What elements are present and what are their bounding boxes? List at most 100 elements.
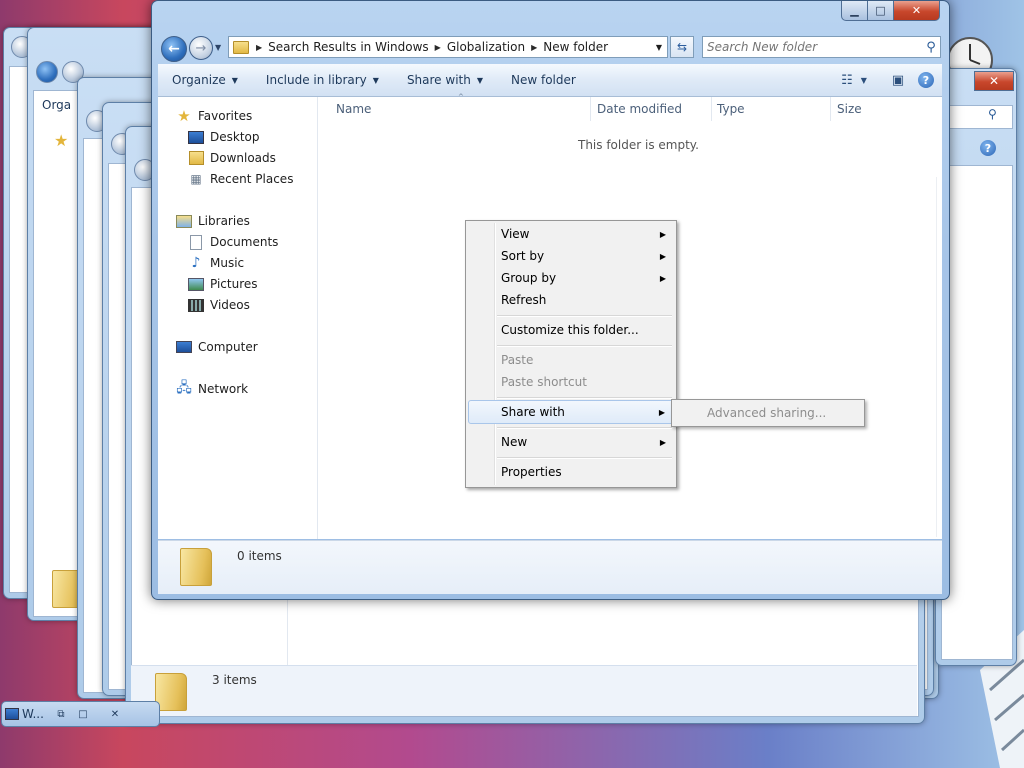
menu-item-group-by-label: Group by [501,271,557,285]
search-input[interactable] [703,39,922,55]
minimized-window-title: W... [22,707,44,721]
change-view-button[interactable]: ☷ ▼ [841,70,867,90]
close-button[interactable]: ✕ [893,1,940,21]
menu-item-customize-label: Customize this folder... [501,323,639,337]
nav-music[interactable]: ♪ Music [188,253,245,273]
recent-pages-dropdown[interactable]: ▼ [215,43,221,52]
submenu-arrow-icon: ▶ [659,437,666,447]
preview-pane-icon: ▣ [891,72,905,88]
refresh-icon: ⇆ [676,40,688,54]
nav-recent-places-label: Recent Places [210,172,294,186]
restore-button[interactable]: ⧉ [50,707,72,721]
item-count: 0 items [237,549,282,563]
menu-item-paste-shortcut: Paste shortcut [468,371,674,393]
include-in-library-button[interactable]: Include in library ▼ [252,64,393,96]
maximize-button[interactable]: □ [72,707,94,721]
empty-folder-message: This folder is empty. [578,138,699,152]
star-icon: ★ [177,107,191,125]
organize-button[interactable]: Organize ▼ [158,64,252,96]
context-menu: View ▶ Sort by ▶ Group by ▶ Refresh Customi… [465,220,677,488]
menu-item-new[interactable]: New ▶ [468,431,674,453]
forward-button[interactable]: → [189,36,213,60]
menu-item-advanced-sharing: Advanced sharing... [674,402,862,424]
chevron-down-icon: ▼ [476,75,483,85]
nav-network-label: Network [198,382,249,396]
arrow-left-icon: ← [168,41,180,57]
nav-favorites[interactable]: ★ Favorites [176,106,252,126]
chevron-right-icon[interactable]: ▶ [432,43,444,52]
menu-item-view[interactable]: View ▶ [468,223,674,245]
nav-videos[interactable]: Videos [188,295,250,315]
menu-item-properties-label: Properties [501,465,562,479]
menu-item-share-with[interactable]: Share with ▶ [468,400,674,424]
menu-item-new-label: New [501,435,528,449]
breadcrumb-search-results[interactable]: Search Results in Windows [265,40,432,54]
maximize-button[interactable]: □ [867,1,894,21]
nav-desktop[interactable]: Desktop [188,127,260,147]
refresh-button[interactable]: ⇆ [670,36,694,58]
nav-pictures-label: Pictures [210,277,258,291]
address-bar[interactable]: ▶ Search Results in Windows ▶ Globalizat… [228,36,668,58]
nav-documents[interactable]: Documents [188,232,278,252]
share-with-button[interactable]: Share with ▼ [393,64,497,96]
nav-recent-places[interactable]: ▦ Recent Places [188,169,293,189]
menu-item-advanced-sharing-label: Advanced sharing... [707,406,827,420]
close-button[interactable]: ✕ [104,707,126,721]
search-box[interactable]: ⚲ [702,36,941,58]
minimized-window[interactable]: W... ⧉ □ ✕ [1,701,160,727]
videos-icon [188,297,204,313]
nav-pictures[interactable]: Pictures [188,274,258,294]
chevron-right-icon[interactable]: ▶ [253,43,265,52]
music-icon: ♪ [191,255,201,271]
menu-item-properties[interactable]: Properties [468,461,674,483]
close-icon[interactable]: ✕ [974,71,1014,91]
folder-icon [180,548,212,586]
breadcrumb-globalization[interactable]: Globalization [444,40,528,54]
share-with-submenu: Advanced sharing... [671,399,865,427]
computer-icon [176,339,192,355]
nav-music-label: Music [210,256,245,270]
column-date-modified[interactable]: Date modified [597,102,682,116]
downloads-icon [188,150,204,166]
nav-libraries[interactable]: Libraries [176,211,250,231]
chevron-down-icon[interactable]: ▼ [651,43,667,52]
column-size[interactable]: Size [837,102,862,116]
nav-network[interactable]: 🖧 Network [176,379,248,399]
star-icon: ★ [54,131,69,150]
help-icon[interactable]: ? [918,72,934,88]
nav-favorites-label: Favorites [198,109,253,123]
column-name[interactable]: Name [336,102,371,116]
menu-item-paste-label: Paste [501,353,534,367]
submenu-arrow-icon: ▶ [658,407,665,417]
details-pane: 0 items [158,540,942,594]
menu-item-share-with-label: Share with [501,405,565,419]
chevron-right-icon[interactable]: ▶ [528,43,540,52]
nav-computer[interactable]: Computer [176,337,258,357]
recent-places-icon: ▦ [190,172,202,186]
menu-item-refresh-label: Refresh [501,293,547,307]
back-button[interactable]: ← [161,36,187,62]
app-icon [2,707,22,721]
menu-item-customize[interactable]: Customize this folder... [468,319,674,341]
nav-downloads[interactable]: Downloads [188,148,276,168]
submenu-arrow-icon: ▶ [659,251,666,261]
search-icon[interactable]: ⚲ [988,107,997,121]
menu-item-sort-by-label: Sort by [501,249,545,263]
submenu-arrow-icon: ▶ [659,273,666,283]
search-icon[interactable]: ⚲ [922,40,940,55]
desktop-icon [188,129,204,145]
arrow-right-icon: → [195,40,207,56]
chevron-down-icon: ▼ [860,75,867,85]
menu-item-group-by[interactable]: Group by ▶ [468,267,674,289]
new-folder-button[interactable]: New folder [497,64,590,96]
preview-pane-button[interactable]: ▣ [888,70,908,90]
menu-item-refresh[interactable]: Refresh [468,289,674,311]
new-folder-label: New folder [511,73,576,87]
sort-ascending-icon: ^ [458,93,464,101]
help-icon[interactable]: ? [980,140,996,156]
breadcrumb-new-folder[interactable]: New folder [540,40,611,54]
menu-item-paste: Paste [468,349,674,371]
menu-item-sort-by[interactable]: Sort by ▶ [468,245,674,267]
minimize-button[interactable]: ▁ [841,1,868,21]
column-type[interactable]: Type [717,102,745,116]
